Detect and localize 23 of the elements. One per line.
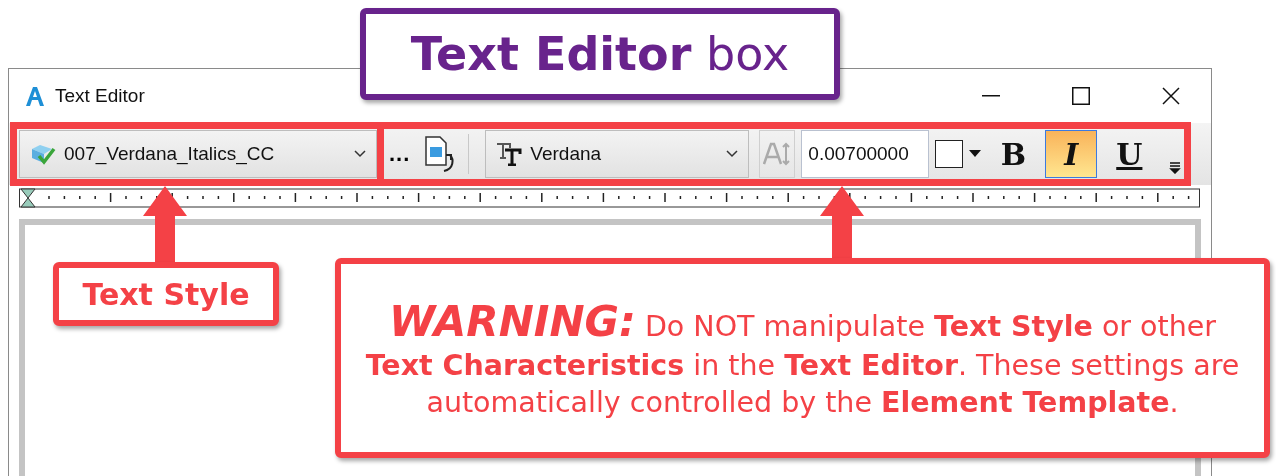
minimize-icon[interactable] bbox=[982, 95, 1000, 97]
text-height-field[interactable]: 0.00700000 bbox=[801, 130, 930, 178]
chevron-icon bbox=[726, 150, 739, 158]
underline-button[interactable]: U bbox=[1103, 130, 1156, 178]
callout-title: Text Editor box bbox=[360, 8, 840, 100]
font-dropdown[interactable]: Verdana bbox=[485, 130, 750, 178]
text-style-tooltip: Text Style bbox=[53, 262, 279, 326]
color-swatch[interactable] bbox=[935, 140, 964, 168]
window-title: Text Editor bbox=[55, 85, 146, 107]
chevron-icon bbox=[354, 150, 366, 158]
checked-style-icon bbox=[30, 143, 56, 165]
font-icon bbox=[496, 142, 523, 166]
caret-icon[interactable] bbox=[969, 150, 982, 158]
warning-tooltip: WARNING: Do NOT manipulate Text Style or other Text Characteristics in the Text Editor. These settings are automatically controlled by the Element Template. bbox=[335, 258, 1270, 458]
maximize-icon[interactable] bbox=[1072, 87, 1090, 105]
more-button[interactable]: ... bbox=[383, 134, 417, 174]
overflow-icon[interactable] bbox=[1169, 162, 1182, 174]
close-icon[interactable] bbox=[1162, 87, 1180, 105]
italic-button[interactable]: I bbox=[1045, 130, 1098, 178]
text-style-dropdown[interactable]: 007_Verdana_Italics_CC bbox=[19, 130, 377, 178]
bold-button[interactable]: B bbox=[987, 130, 1040, 178]
text-height-icon bbox=[759, 130, 796, 178]
app-logo-icon bbox=[25, 86, 45, 106]
